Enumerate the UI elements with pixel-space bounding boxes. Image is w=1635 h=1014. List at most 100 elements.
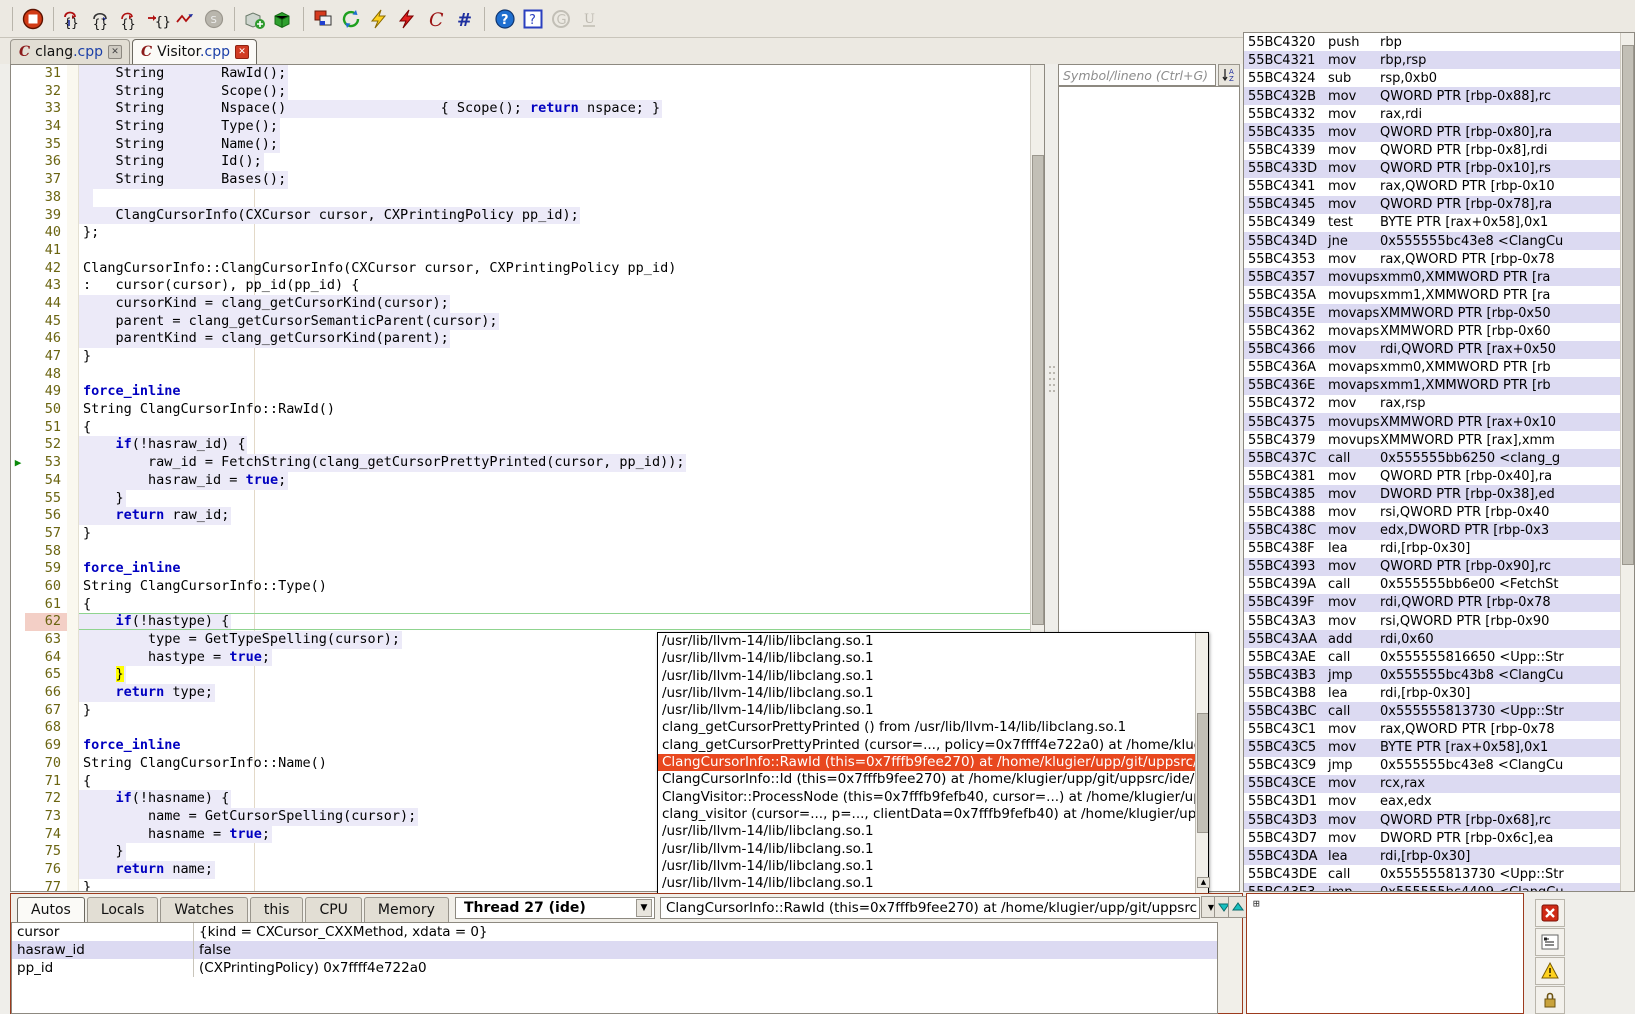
code-line[interactable]: 42ClangCursorInfo::ClangCursorInfo(CXCur…: [11, 260, 1044, 278]
breakpoint-gutter[interactable]: [11, 702, 25, 720]
current-execution-arrow-icon[interactable]: ▶: [11, 454, 25, 472]
call-stack-scrollbar[interactable]: [1195, 633, 1208, 895]
breakpoint-gutter[interactable]: [11, 65, 25, 83]
frame-select-value[interactable]: ClangCursorInfo::RawId (this=0x7fffb9fee…: [660, 897, 1200, 919]
breakpoint-gutter[interactable]: [11, 631, 25, 649]
debug-tab-cpu[interactable]: CPU: [305, 897, 361, 922]
autos-row[interactable]: hasraw_idfalse: [12, 941, 1217, 959]
breakpoint-gutter[interactable]: [11, 490, 25, 508]
disassembly-row[interactable]: 55BC4321movrbp,rsp: [1244, 51, 1620, 69]
call-stack-item[interactable]: clang_visitor (cursor=..., p=..., client…: [658, 806, 1208, 823]
disassembly-row[interactable]: 55BC4339movQWORD PTR [rbp-0x8],rdi: [1244, 142, 1620, 160]
question-icon[interactable]: ?: [520, 6, 546, 32]
code-line[interactable]: 38: [11, 189, 1044, 207]
disassembly-row[interactable]: 55BC435EmovapsXMMWORD PTR [rbp-0x50: [1244, 304, 1620, 322]
disassembly-row[interactable]: 55BC43CEmovrcx,rax: [1244, 775, 1620, 793]
breakpoint-gutter[interactable]: [11, 879, 25, 892]
file-tab-clang[interactable]: Cclang.cpp✕: [10, 39, 130, 64]
debug-tab-watches[interactable]: Watches: [160, 897, 248, 922]
hash-icon[interactable]: #: [451, 6, 477, 32]
disassembly-panel[interactable]: 55BC4320pushrbp55BC4321movrbp,rsp55BC432…: [1243, 32, 1635, 892]
disassembly-row[interactable]: 55BC43A3movrsi,QWORD PTR [rbp-0x90: [1244, 612, 1620, 630]
call-stack-item[interactable]: /usr/lib/llvm-14/lib/libclang.so.1: [658, 685, 1208, 702]
breakpoint-gutter[interactable]: [11, 366, 25, 384]
breakpoint-gutter[interactable]: [11, 578, 25, 596]
popup-scroll-up-icon[interactable]: ▲: [1197, 877, 1210, 888]
editor-scrollbar-thumb[interactable]: [1032, 155, 1044, 625]
breakpoint-gutter[interactable]: [11, 136, 25, 154]
disassembly-row[interactable]: 55BC436Emovapsxmm1,XMMWORD PTR [rb: [1244, 377, 1620, 395]
breakpoint-gutter[interactable]: [11, 790, 25, 808]
build-lightning-red-icon[interactable]: [395, 6, 421, 32]
breakpoint-gutter[interactable]: [11, 295, 25, 313]
code-line[interactable]: 47}: [11, 348, 1044, 366]
breakpoint-gutter[interactable]: [11, 153, 25, 171]
chevron-down-icon[interactable]: ▼: [636, 899, 652, 917]
code-line[interactable]: 57}: [11, 525, 1044, 543]
breakpoint-gutter[interactable]: [11, 649, 25, 667]
breakpoint-gutter[interactable]: [11, 383, 25, 401]
breakpoint-gutter[interactable]: [11, 472, 25, 490]
code-line[interactable]: 36 String Id();: [11, 153, 1044, 171]
disassembly-row[interactable]: 55BC438Fleardi,[rbp-0x30]: [1244, 540, 1620, 558]
disassembly-row[interactable]: 55BC4335movQWORD PTR [rbp-0x80],ra: [1244, 123, 1620, 141]
disassembly-row[interactable]: 55BC43D7movDWORD PTR [rbp-0x6c],ea: [1244, 829, 1620, 847]
disassembly-row[interactable]: 55BC439Fmovrdi,QWORD PTR [rbp-0x78: [1244, 594, 1620, 612]
breakpoint-gutter[interactable]: [11, 737, 25, 755]
refresh-icon[interactable]: [339, 6, 365, 32]
disassembly-row[interactable]: 55BC437Ccall0x555555bb6250 <clang_g: [1244, 449, 1620, 467]
breakpoint-gutter[interactable]: [11, 260, 25, 278]
code-line[interactable]: 48: [11, 366, 1044, 384]
code-line[interactable]: 37 String Bases();: [11, 171, 1044, 189]
disassembly-row[interactable]: 55BC43DAleardi,[rbp-0x30]: [1244, 847, 1620, 865]
call-stack-item[interactable]: /usr/lib/llvm-14/lib/libclang.so.1: [658, 702, 1208, 719]
code-line[interactable]: 62 if(!hastype) {: [11, 613, 1044, 631]
disassembly-row[interactable]: 55BC4379movupsXMMWORD PTR [rax],xmm: [1244, 431, 1620, 449]
breakpoint-gutter[interactable]: [11, 773, 25, 791]
disassembly-row[interactable]: 55BC4332movrax,rdi: [1244, 105, 1620, 123]
run-cursor-icon[interactable]: [173, 6, 199, 32]
code-line[interactable]: 34 String Type();: [11, 118, 1044, 136]
disassembly-row[interactable]: 55BC4366movrdi,QWORD PTR [rax+0x50: [1244, 341, 1620, 359]
breakpoint-gutter[interactable]: [11, 684, 25, 702]
disassembly-scrollbar-thumb[interactable]: [1622, 45, 1634, 565]
code-line[interactable]: 52 if(!hasraw_id) {: [11, 436, 1044, 454]
breakpoint-gutter[interactable]: [11, 207, 25, 225]
breakpoint-gutter[interactable]: [11, 100, 25, 118]
debug-tab-this[interactable]: this: [250, 897, 304, 922]
call-stack-item[interactable]: ClangCursorInfo::RawId (this=0x7fffb9fee…: [658, 754, 1209, 771]
disassembly-row[interactable]: 55BC4357movupsxmm0,XMMWORD PTR [ra: [1244, 268, 1620, 286]
breakpoint-gutter[interactable]: [11, 401, 25, 419]
breakpoint-gutter[interactable]: [11, 826, 25, 844]
call-stack-item[interactable]: /usr/lib/llvm-14/lib/libclang.so.1: [658, 858, 1208, 875]
disassembly-row[interactable]: 55BC4345movQWORD PTR [rbp-0x78],ra: [1244, 196, 1620, 214]
close-icon[interactable]: ✕: [235, 45, 249, 59]
code-line[interactable]: 59force_inline: [11, 560, 1044, 578]
splitter-grip[interactable]: [1048, 364, 1056, 394]
breakpoint-gutter[interactable]: [11, 436, 25, 454]
call-stack-popup[interactable]: /usr/lib/llvm-14/lib/libclang.so.1/usr/l…: [657, 632, 1209, 896]
breakpoint-gutter[interactable]: [11, 118, 25, 136]
breakpoint-gutter[interactable]: [11, 242, 25, 260]
disassembly-row[interactable]: 55BC4324subrsp,0xb0: [1244, 69, 1620, 87]
disassembly-row[interactable]: 55BC4353movrax,QWORD PTR [rbp-0x78: [1244, 250, 1620, 268]
c-compile-icon[interactable]: C: [423, 6, 449, 32]
breakpoint-gutter[interactable]: [11, 277, 25, 295]
disassembly-row[interactable]: 55BC4320pushrbp: [1244, 33, 1620, 51]
disassembly-row[interactable]: 55BC439Acall0x555555bb6e00 <FetchSt: [1244, 576, 1620, 594]
breakpoint-gutter[interactable]: [11, 613, 25, 631]
layers-icon[interactable]: [311, 6, 337, 32]
disassembly-row[interactable]: 55BC43C5movBYTE PTR [rax+0x58],0x1: [1244, 739, 1620, 757]
close-icon[interactable]: ✕: [108, 45, 122, 59]
breakpoint-gutter[interactable]: [11, 313, 25, 331]
lock-icon[interactable]: [1535, 986, 1565, 1014]
breakpoint-gutter[interactable]: [11, 596, 25, 614]
step-into-icon[interactable]: {}: [61, 6, 87, 32]
run-to-icon[interactable]: {}: [145, 6, 171, 32]
disassembly-row[interactable]: 55BC4393movQWORD PTR [rbp-0x90],rc: [1244, 558, 1620, 576]
disassembly-row[interactable]: 55BC438Cmovedx,DWORD PTR [rbp-0x3: [1244, 522, 1620, 540]
disassembly-row[interactable]: 55BC43B3jmp0x555555bc43b8 <ClangCu: [1244, 666, 1620, 684]
sort-az-icon[interactable]: AZ: [1218, 64, 1240, 86]
stop-debug-icon[interactable]: [20, 6, 46, 32]
code-line[interactable]: 60String ClangCursorInfo::Type(): [11, 578, 1044, 596]
